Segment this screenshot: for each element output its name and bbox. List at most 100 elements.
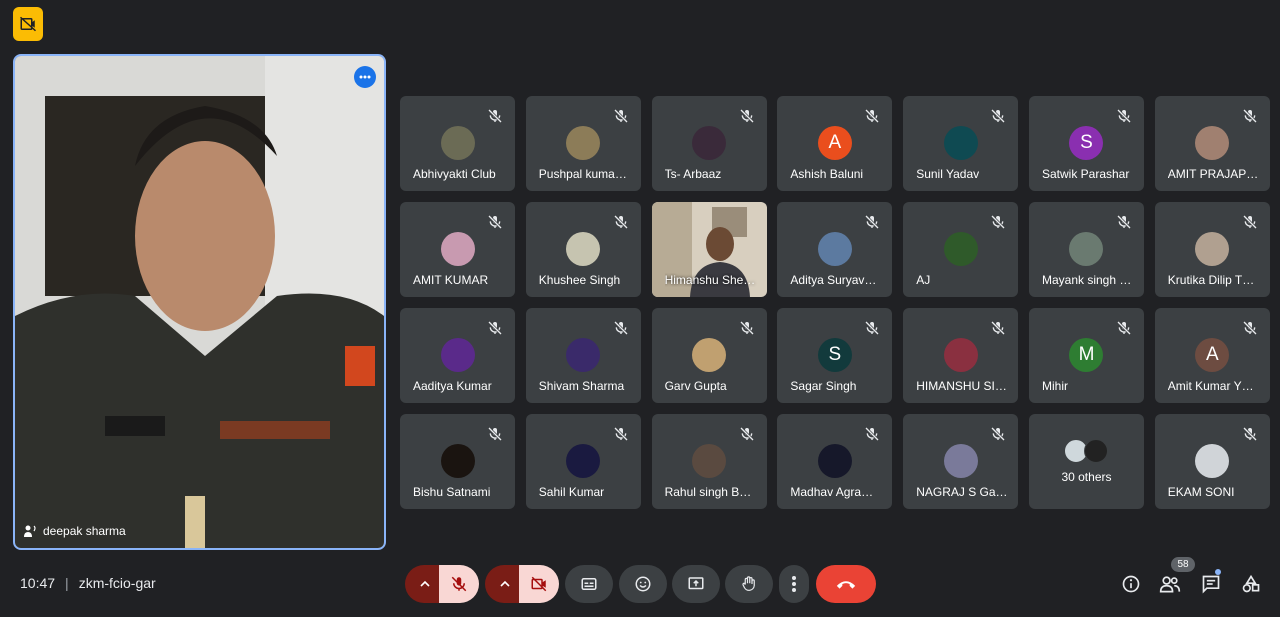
more-options-button[interactable] [779,565,809,603]
raise-hand-button[interactable] [725,565,773,603]
participant-name: Mayank singh … [1041,273,1132,287]
participant-tile[interactable]: Sahil Kumar [525,414,641,509]
present-icon [688,577,704,590]
activities-button[interactable] [1240,573,1262,595]
participant-tile[interactable]: HIMANSHU SI… [903,308,1019,403]
participant-tile[interactable]: Sunil Yadav [903,96,1019,191]
others-label: 30 others [1061,470,1112,484]
chat-button[interactable] [1200,573,1222,595]
participant-tile[interactable]: Pushpal kuma… [525,96,641,191]
participant-tile[interactable]: Madhav Agra… [777,414,893,509]
avatar: A [817,126,852,160]
participant-name: HIMANSHU SI… [916,379,1007,393]
mic-off-icon [1242,320,1258,336]
avatar [692,444,727,478]
participant-name: Khushee Singh [538,273,621,287]
participant-name: Mihir [1041,379,1068,393]
participant-tile[interactable]: NAGRAJ S Ga… [903,414,1019,509]
avatar [566,232,601,266]
chat-unread-dot [1215,569,1221,575]
more-options-button[interactable] [354,66,376,88]
participant-name: AJ [916,273,931,287]
spotlight-name-label: deepak sharma [23,524,126,538]
participant-name: Ts- Arbaaz [664,167,722,181]
participant-tile[interactable]: S Satwik Parashar [1028,96,1144,191]
video-off-badge-icon [19,16,37,32]
participant-name: AMIT PRAJAP… [1167,167,1259,181]
captions-button[interactable] [565,565,613,603]
participant-grid: Abhivyakti Club Pushpal kuma… Ts- Arbaaz A A… [400,96,1270,509]
people-button[interactable] [1159,573,1181,595]
present-screen-button[interactable] [672,565,720,603]
participant-name: Sahil Kumar [538,485,605,499]
meeting-details-button[interactable] [1120,573,1142,595]
participant-tile[interactable]: Krutika Dilip T… [1154,202,1270,297]
mic-off-icon [1242,214,1258,230]
spotlight-video[interactable]: deepak sharma [13,54,386,550]
mic-off-icon [613,320,629,336]
participant-tile[interactable]: Himanshu She… [651,202,767,297]
mic-off-icon [1242,108,1258,124]
mic-off-icon [613,108,629,124]
participant-tile[interactable]: EKAM SONI [1154,414,1270,509]
participant-tile[interactable]: Abhivyakti Club [400,96,515,191]
avatar [440,126,475,160]
more-horizontal-icon [359,75,371,79]
avatar [1084,439,1109,463]
avatar: A [1195,338,1230,372]
participant-name: Aditya Suryav… [790,273,877,287]
mic-off-icon [487,108,503,124]
avatar [943,444,978,478]
reactions-button[interactable] [619,565,667,603]
participant-tile[interactable]: Ts- Arbaaz [651,96,767,191]
avatar [692,126,727,160]
mic-off-icon [864,214,880,230]
participant-tile[interactable]: Shivam Sharma [525,308,641,403]
camera-toggle-button[interactable] [519,565,559,603]
participant-tile[interactable]: M Mihir [1028,308,1144,403]
participant-tile[interactable]: Bishu Satnami [400,414,515,509]
participant-tile[interactable]: AMIT PRAJAP… [1154,96,1270,191]
participant-name: Krutika Dilip T… [1167,273,1255,287]
participant-name: Bishu Satnami [413,485,491,499]
meeting-code[interactable]: zkm-fcio-gar [79,575,156,591]
avatar [1069,232,1104,266]
participant-tile[interactable]: Garv Gupta [651,308,767,403]
participant-name: AMIT KUMAR [413,273,489,287]
avatar-letter: S [1080,132,1093,153]
avatar-letter: M [1078,344,1095,365]
mic-off-icon [864,426,880,442]
mic-off-icon [864,320,880,336]
tile-layout-badge[interactable] [13,7,43,41]
mic-off-icon [1242,426,1258,442]
others-avatars [1064,439,1109,463]
participant-tile[interactable]: A Amit Kumar Y… [1154,308,1270,403]
participant-tile[interactable]: A Ashish Baluni [777,96,893,191]
participant-tile[interactable]: AMIT KUMAR [400,202,515,297]
participant-name: Rahul singh B… [664,485,752,499]
meeting-info-divider: | [65,575,69,591]
participant-tile[interactable]: AJ [903,202,1019,297]
participant-name: Abhivyakti Club [413,167,496,181]
participant-tile[interactable]: 30 others [1028,414,1144,509]
participant-name: Ashish Baluni [790,167,864,181]
avatar [566,444,601,478]
participant-name: Amit Kumar Y… [1167,379,1254,393]
more-vertical-icon [792,576,796,592]
leave-call-button[interactable] [816,565,876,603]
pin-icon [24,525,36,537]
mic-off-icon [1116,108,1132,124]
participant-tile[interactable]: Aditya Suryav… [777,202,893,297]
participant-tile[interactable]: Aaditya Kumar [400,308,515,403]
avatar [943,126,978,160]
captions-icon [581,578,597,590]
participant-tile[interactable]: Mayank singh … [1028,202,1144,297]
mic-toggle-button[interactable] [439,565,479,603]
participant-name: Sunil Yadav [916,167,980,181]
mic-off-icon [864,108,880,124]
mic-off-icon [739,320,755,336]
participant-tile[interactable]: S Sagar Singh [777,308,893,403]
participant-tile[interactable]: Khushee Singh [525,202,641,297]
participant-tile[interactable]: Rahul singh B… [651,414,767,509]
avatar [817,232,852,266]
